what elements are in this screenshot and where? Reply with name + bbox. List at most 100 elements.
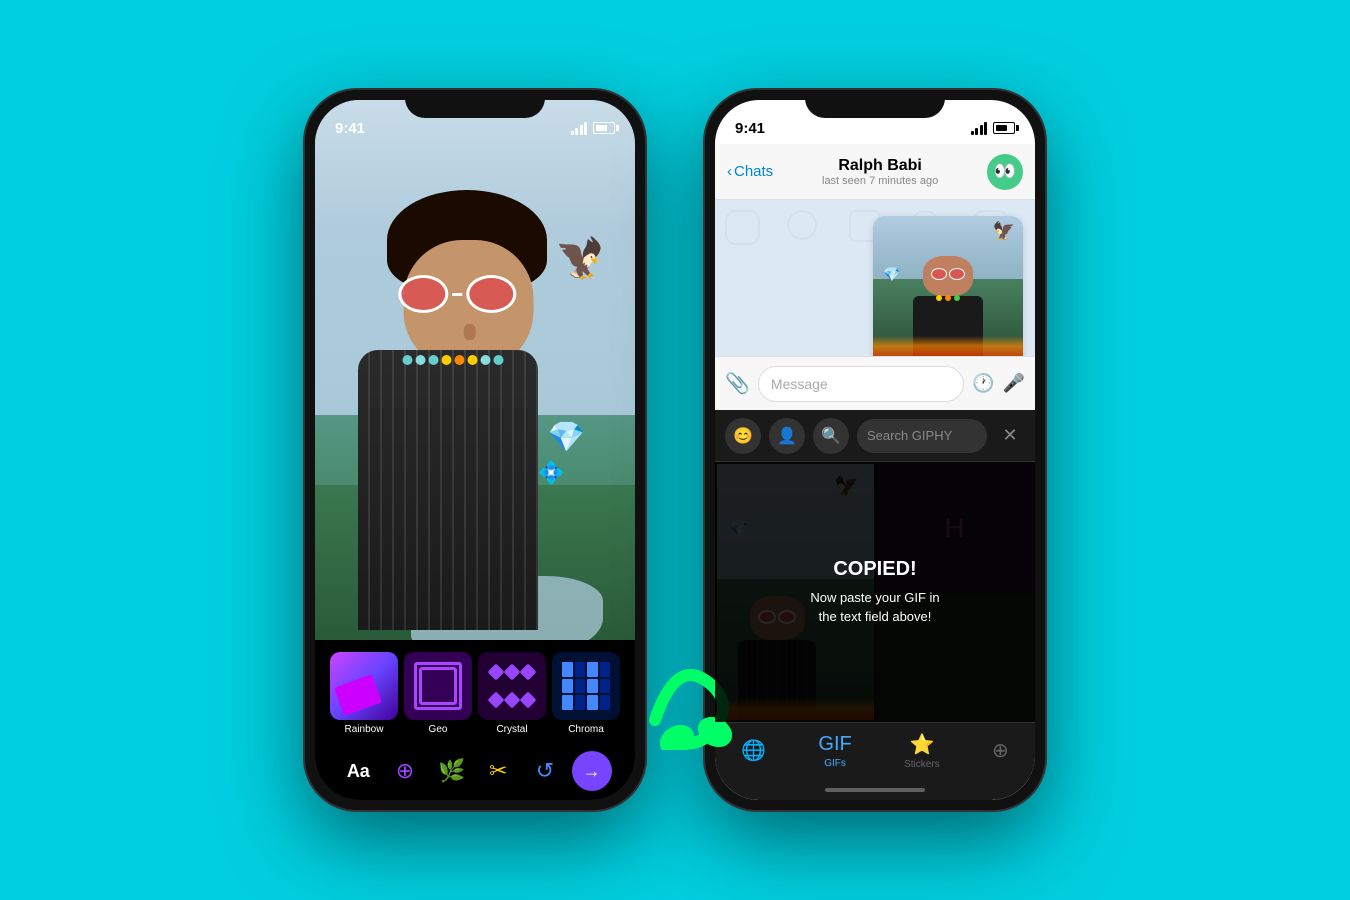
bridge bbox=[452, 293, 462, 296]
chevron-left-icon: ‹ bbox=[727, 163, 732, 180]
signal-icon-phone2 bbox=[971, 122, 988, 135]
message-input-field[interactable]: Message bbox=[758, 366, 964, 402]
scissors-tool-btn[interactable]: ✂ bbox=[478, 751, 518, 791]
phones-container: 9:41 bbox=[305, 90, 1045, 810]
filter-item-chroma[interactable]: Chroma bbox=[552, 652, 620, 735]
gif-grid: 🦅 💎 H COPIED! bbox=[715, 462, 1035, 722]
chroma-grid bbox=[562, 662, 610, 710]
gif-search-placeholder: Search GIPHY bbox=[867, 428, 952, 443]
left-lens bbox=[398, 275, 448, 313]
gem-sticker-2: 💠 bbox=[538, 460, 565, 486]
filter-label-chroma: Chroma bbox=[568, 724, 604, 735]
msg-necklace bbox=[936, 295, 960, 301]
copied-subtitle: Now paste your GIF in the text field abo… bbox=[805, 589, 945, 625]
attach-button[interactable]: 📎 bbox=[725, 371, 750, 396]
message-input-bar: 📎 Message 🕐 🎤 bbox=[715, 356, 1035, 410]
gif-footer-tabs: 🌐 GIF GIFs ⭐ Stickers ⊕ bbox=[715, 722, 1035, 778]
msg-glasses bbox=[923, 256, 973, 280]
gif-tab-label: GIFs bbox=[824, 758, 846, 769]
status-bar-phone2: 9:41 bbox=[715, 100, 1035, 144]
tools-row: Aa ⊕ 🌿 ✂ ↺ → bbox=[315, 743, 635, 799]
contact-status: last seen 7 minutes ago bbox=[781, 175, 979, 187]
phone-1-editor: 9:41 bbox=[305, 90, 645, 810]
filter-item-crystal[interactable]: Crystal bbox=[478, 652, 546, 735]
gif-tab-icon: GIF bbox=[818, 733, 851, 756]
bead2 bbox=[415, 355, 425, 365]
shirt-stripes bbox=[358, 350, 538, 630]
status-icons-phone1 bbox=[571, 122, 616, 135]
filter-label-rainbow: Rainbow bbox=[345, 724, 384, 735]
bead1 bbox=[402, 355, 412, 365]
bead7 bbox=[480, 355, 490, 365]
mic-button[interactable]: 🎤 bbox=[1003, 373, 1025, 394]
stickers-tab-icon: ⭐ bbox=[909, 732, 934, 757]
msg-bird: 🦅 bbox=[993, 221, 1015, 242]
copied-overlay: COPIED! Now paste your GIF in the text f… bbox=[715, 462, 1035, 722]
filter-label-geo: Geo bbox=[429, 724, 448, 735]
signal-icon-phone1 bbox=[571, 122, 588, 135]
gif-panel: 😊 👤 🔍 Search GIPHY ✕ bbox=[715, 410, 1035, 800]
bead5 bbox=[454, 355, 464, 365]
status-bar-phone1: 9:41 bbox=[315, 100, 635, 144]
time-phone1: 9:41 bbox=[335, 120, 365, 137]
message-placeholder: Message bbox=[771, 376, 828, 392]
chat-info: Ralph Babi last seen 7 minutes ago bbox=[781, 157, 979, 187]
filter-item-geo[interactable]: Geo bbox=[404, 652, 472, 735]
bead6 bbox=[467, 355, 477, 365]
more-tab-icon: ⊕ bbox=[992, 738, 1009, 763]
time-phone2: 9:41 bbox=[735, 120, 765, 137]
right-lens bbox=[466, 275, 516, 313]
next-btn[interactable]: → bbox=[572, 751, 612, 791]
filter-label-crystal: Crystal bbox=[496, 724, 527, 735]
gem-sticker-1: 💎 bbox=[548, 420, 585, 455]
leaf-tool-btn[interactable]: 🌿 bbox=[432, 751, 472, 791]
editor-panel: Rainbow Geo bbox=[315, 640, 635, 800]
stickers-tab-label: Stickers bbox=[904, 759, 940, 770]
rotate-tool-btn[interactable]: ↺ bbox=[525, 751, 565, 791]
bird-sticker: 🦅 bbox=[555, 235, 605, 282]
gif-footer-stickers-tab[interactable]: ⭐ Stickers bbox=[904, 732, 940, 770]
message-image: 🦅 💎 bbox=[873, 216, 1023, 356]
bead4 bbox=[441, 355, 451, 365]
filter-thumb-geo[interactable] bbox=[404, 652, 472, 720]
filter-item-rainbow[interactable]: Rainbow bbox=[330, 652, 398, 735]
contact-name: Ralph Babi bbox=[781, 157, 979, 175]
body bbox=[358, 350, 538, 630]
clock-button[interactable]: 🕐 bbox=[972, 373, 994, 394]
safe-area-indicator bbox=[825, 788, 925, 792]
back-label: Chats bbox=[734, 163, 773, 180]
nose bbox=[464, 324, 476, 340]
battery-icon-phone1 bbox=[593, 122, 615, 134]
gif-close-button[interactable]: ✕ bbox=[995, 421, 1025, 451]
necklace bbox=[378, 355, 528, 365]
bead8 bbox=[493, 355, 503, 365]
sunglasses bbox=[398, 275, 516, 313]
msg-left-lens bbox=[931, 268, 947, 280]
msg-gem: 💎 bbox=[883, 266, 900, 283]
filter-thumb-crystal[interactable] bbox=[478, 652, 546, 720]
text-tool-btn[interactable]: Aa bbox=[338, 751, 378, 791]
person-photo: 🦅 💎 💠 bbox=[315, 160, 635, 640]
copied-title: COPIED! bbox=[833, 558, 916, 581]
gif-footer-gif-tab[interactable]: GIF GIFs bbox=[818, 733, 851, 769]
gif-search-bar[interactable]: Search GIPHY bbox=[857, 419, 987, 453]
link-tool-btn[interactable]: ⊕ bbox=[385, 751, 425, 791]
filter-thumb-chroma[interactable] bbox=[552, 652, 620, 720]
telegram-header: ‹ Chats Ralph Babi last seen 7 minutes a… bbox=[715, 144, 1035, 200]
bead3 bbox=[428, 355, 438, 365]
gif-footer-more-tab[interactable]: ⊕ bbox=[992, 738, 1009, 763]
filter-row: Rainbow Geo bbox=[315, 640, 635, 743]
contact-avatar[interactable]: 👀 bbox=[987, 154, 1023, 190]
msg-face bbox=[923, 256, 973, 296]
back-button[interactable]: ‹ Chats bbox=[727, 163, 773, 180]
gif-tab-face[interactable]: 👤 bbox=[769, 418, 805, 454]
gif-tab-emoji[interactable]: 😊 bbox=[725, 418, 761, 454]
status-icons-phone2 bbox=[971, 122, 1016, 135]
filter-thumb-rainbow[interactable] bbox=[330, 652, 398, 720]
battery-icon-phone2 bbox=[993, 122, 1015, 134]
geo-squares bbox=[414, 662, 462, 710]
gif-panel-header: 😊 👤 🔍 Search GIPHY ✕ bbox=[715, 410, 1035, 462]
gif-tab-search2[interactable]: 🔍 bbox=[813, 418, 849, 454]
fire-effect bbox=[873, 336, 1023, 356]
phone-2-telegram: 9:41 ‹ bbox=[705, 90, 1045, 810]
